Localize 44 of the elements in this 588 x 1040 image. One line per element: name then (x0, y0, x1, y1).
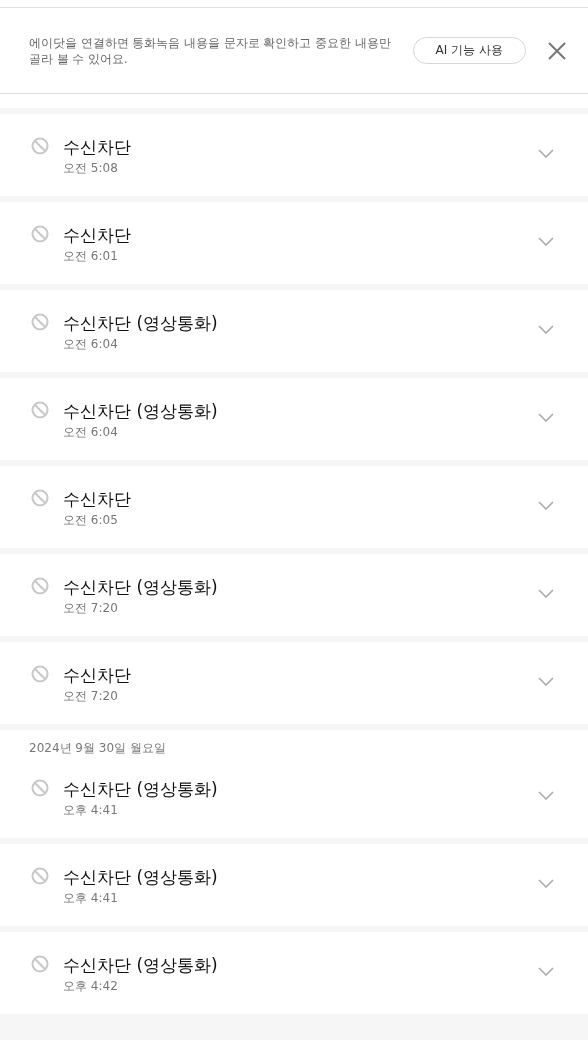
chevron-down-icon[interactable] (538, 589, 554, 598)
call-title: 수신차단 (영상통화) (63, 400, 218, 422)
call-title: 수신차단 (63, 664, 131, 686)
chevron-down-icon[interactable] (538, 677, 554, 686)
call-title: 수신차단 (영상통화) (63, 576, 218, 598)
date-header: 2024년 9월 30일 월요일 (28, 740, 167, 756)
blocked-icon (31, 225, 49, 243)
blocked-icon (31, 577, 49, 595)
call-time: 오전 5:08 (63, 160, 118, 177)
chevron-down-icon[interactable] (538, 879, 554, 888)
chevron-down-icon[interactable] (538, 413, 554, 422)
blocked-icon (31, 313, 49, 331)
banner-message: 에이닷을 연결하면 통화녹음 내용을 문자로 확인하고 중요한 내용만 골라 볼 수 있어요. (29, 34, 392, 67)
call-time: 오후 4:41 (63, 802, 118, 819)
blocked-icon (31, 489, 49, 507)
call-time: 오전 7:20 (63, 688, 118, 705)
blocked-icon (31, 401, 49, 419)
call-title: 수신차단 (63, 488, 131, 510)
chevron-down-icon[interactable] (538, 967, 554, 976)
chevron-down-icon[interactable] (538, 501, 554, 510)
call-title: 수신차단 (영상통화) (63, 954, 218, 976)
chevron-down-icon[interactable] (538, 325, 554, 334)
chevron-down-icon[interactable] (538, 237, 554, 246)
blocked-icon (31, 779, 49, 797)
call-time: 오전 7:20 (63, 600, 118, 617)
call-title: 수신차단 (영상통화) (63, 312, 218, 334)
call-time: 오전 6:05 (63, 512, 118, 529)
close-icon[interactable] (548, 41, 566, 60)
call-time: 오전 6:04 (63, 336, 118, 353)
blocked-icon (31, 665, 49, 683)
chevron-down-icon[interactable] (538, 791, 554, 800)
call-title: 수신차단 (63, 224, 131, 246)
call-time: 오후 4:41 (63, 890, 118, 907)
call-title: 수신차단 (영상통화) (63, 778, 218, 800)
call-time: 오전 6:04 (63, 424, 118, 441)
chevron-down-icon[interactable] (538, 149, 554, 158)
blocked-icon (31, 955, 49, 973)
call-time: 오후 4:42 (63, 978, 118, 995)
call-title: 수신차단 (63, 136, 131, 158)
call-title: 수신차단 (영상통화) (63, 866, 218, 888)
call-time: 오전 6:01 (63, 248, 118, 265)
ai-feature-button[interactable]: AI 기능 사용 (412, 37, 526, 64)
blocked-icon (31, 137, 49, 155)
blocked-icon (31, 867, 49, 885)
